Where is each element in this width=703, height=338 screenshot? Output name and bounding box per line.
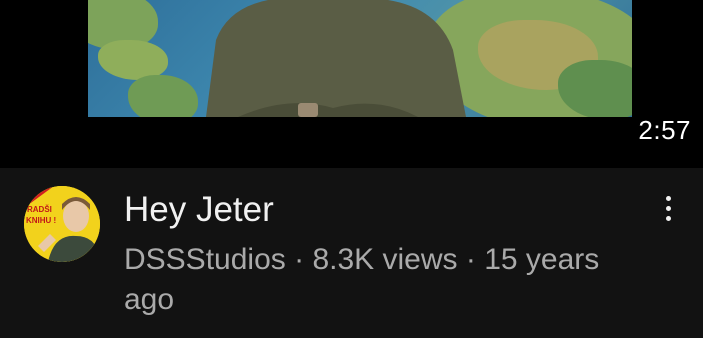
video-info: RADŠI KNIHU ! Hey Jeter DSSStudios · 8.3… bbox=[0, 168, 703, 338]
more-options-button[interactable] bbox=[650, 188, 686, 228]
video-card[interactable]: 2:57 RADŠI KNIHU ! Hey Jeter DSSStudios … bbox=[0, 0, 703, 338]
channel-avatar[interactable]: RADŠI KNIHU ! bbox=[24, 186, 100, 262]
video-thumbnail[interactable]: 2:57 bbox=[0, 0, 703, 168]
view-count: 8.3K views bbox=[312, 243, 458, 276]
meta-separator: · bbox=[465, 243, 476, 276]
more-vert-icon bbox=[665, 195, 671, 201]
meta-separator: · bbox=[294, 243, 305, 276]
more-vert-icon-dot bbox=[665, 215, 671, 221]
avatar-text-2: KNIHU ! bbox=[26, 216, 56, 225]
video-metadata: DSSStudios · 8.3K views · 15 years ago bbox=[124, 240, 654, 320]
avatar-text-1: RADŠI bbox=[27, 205, 52, 214]
thumbnail-image bbox=[88, 0, 632, 117]
more-vert-icon-dot bbox=[665, 205, 671, 211]
channel-name[interactable]: DSSStudios bbox=[124, 243, 286, 276]
avatar-image: RADŠI KNIHU ! bbox=[24, 186, 100, 262]
duration-badge: 2:57 bbox=[634, 113, 695, 147]
video-title[interactable]: Hey Jeter bbox=[124, 188, 274, 232]
